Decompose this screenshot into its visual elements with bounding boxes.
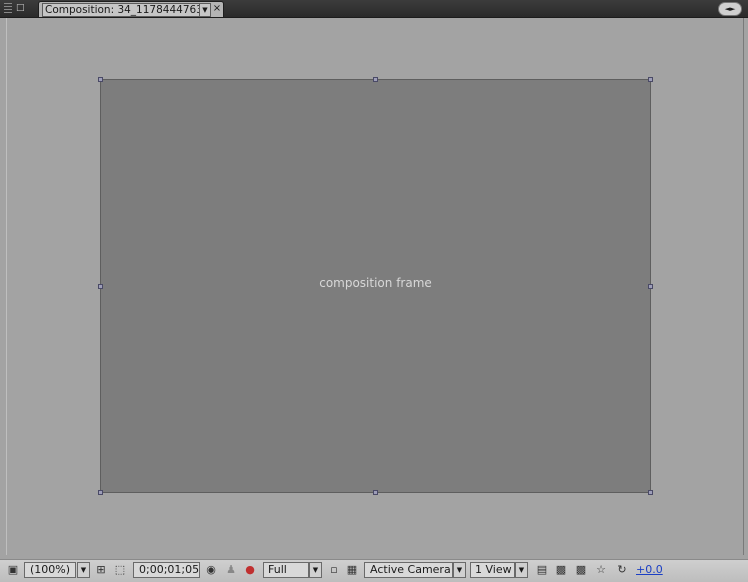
- transform-handle-middle-right[interactable]: [648, 284, 653, 289]
- panel-grip-icon[interactable]: [4, 3, 12, 14]
- close-icon[interactable]: ×: [212, 2, 222, 16]
- view-layout-dropdown[interactable]: 1 View: [470, 562, 515, 578]
- chevron-down-icon[interactable]: ▼: [453, 562, 466, 578]
- transparency-grid-icon[interactable]: ▦: [345, 563, 359, 577]
- transform-handle-bottom-left[interactable]: [98, 490, 103, 495]
- show-snapshot-icon[interactable]: ♟: [224, 563, 238, 577]
- timeline-icon[interactable]: ▩: [574, 563, 588, 577]
- exposure-value[interactable]: +0.0: [636, 563, 663, 577]
- flowchart-icon[interactable]: ☆: [594, 563, 608, 577]
- composition-tab-label[interactable]: Composition: 34_1178444763: [42, 3, 200, 17]
- chevron-down-icon[interactable]: ▼: [515, 562, 528, 578]
- resolution-dropdown[interactable]: Full: [263, 562, 309, 578]
- always-preview-icon[interactable]: ▣: [6, 563, 20, 577]
- lock-icon[interactable]: □: [16, 3, 26, 14]
- transform-handle-top-left[interactable]: [98, 77, 103, 82]
- viewer-toolbar: ▣ (100%) ▼ ⊞ ⬚ 0;00;01;05 ◉ ♟ ● Full ▼ ▫…: [0, 559, 748, 582]
- composition-frame[interactable]: composition frame: [100, 79, 651, 493]
- reset-exposure-icon[interactable]: ↻: [615, 563, 629, 577]
- transform-handle-middle-left[interactable]: [98, 284, 103, 289]
- transform-handle-bottom-center[interactable]: [373, 490, 378, 495]
- transform-handle-top-right[interactable]: [648, 77, 653, 82]
- snapshot-icon[interactable]: ◉: [204, 563, 218, 577]
- panel-tab-bar: □ Composition: 34_1178444763 ▼ × ◄►: [0, 0, 748, 18]
- region-of-interest-icon[interactable]: ▫: [327, 563, 341, 577]
- pixel-aspect-icon[interactable]: ▤: [535, 563, 549, 577]
- grid-guides-icon[interactable]: ⊞: [94, 563, 108, 577]
- camera-view-dropdown[interactable]: Active Camera: [364, 562, 453, 578]
- rgb-channels-icon[interactable]: ●: [243, 563, 257, 577]
- composition-tab[interactable]: Composition: 34_1178444763 ▼ ×: [38, 1, 224, 17]
- mask-visibility-icon[interactable]: ⬚: [113, 563, 127, 577]
- magnification-dropdown[interactable]: (100%): [24, 562, 76, 578]
- chevron-down-icon[interactable]: ▼: [77, 562, 90, 578]
- timecode-field[interactable]: 0;00;01;05: [133, 562, 200, 578]
- chevron-down-icon[interactable]: ▼: [199, 3, 211, 17]
- transform-handle-top-center[interactable]: [373, 77, 378, 82]
- transform-handle-bottom-right[interactable]: [648, 490, 653, 495]
- panel-menu-button[interactable]: ◄►: [718, 2, 742, 16]
- composition-placeholder: composition frame: [319, 276, 432, 290]
- chevron-down-icon[interactable]: ▼: [309, 562, 322, 578]
- fast-previews-icon[interactable]: ▩: [554, 563, 568, 577]
